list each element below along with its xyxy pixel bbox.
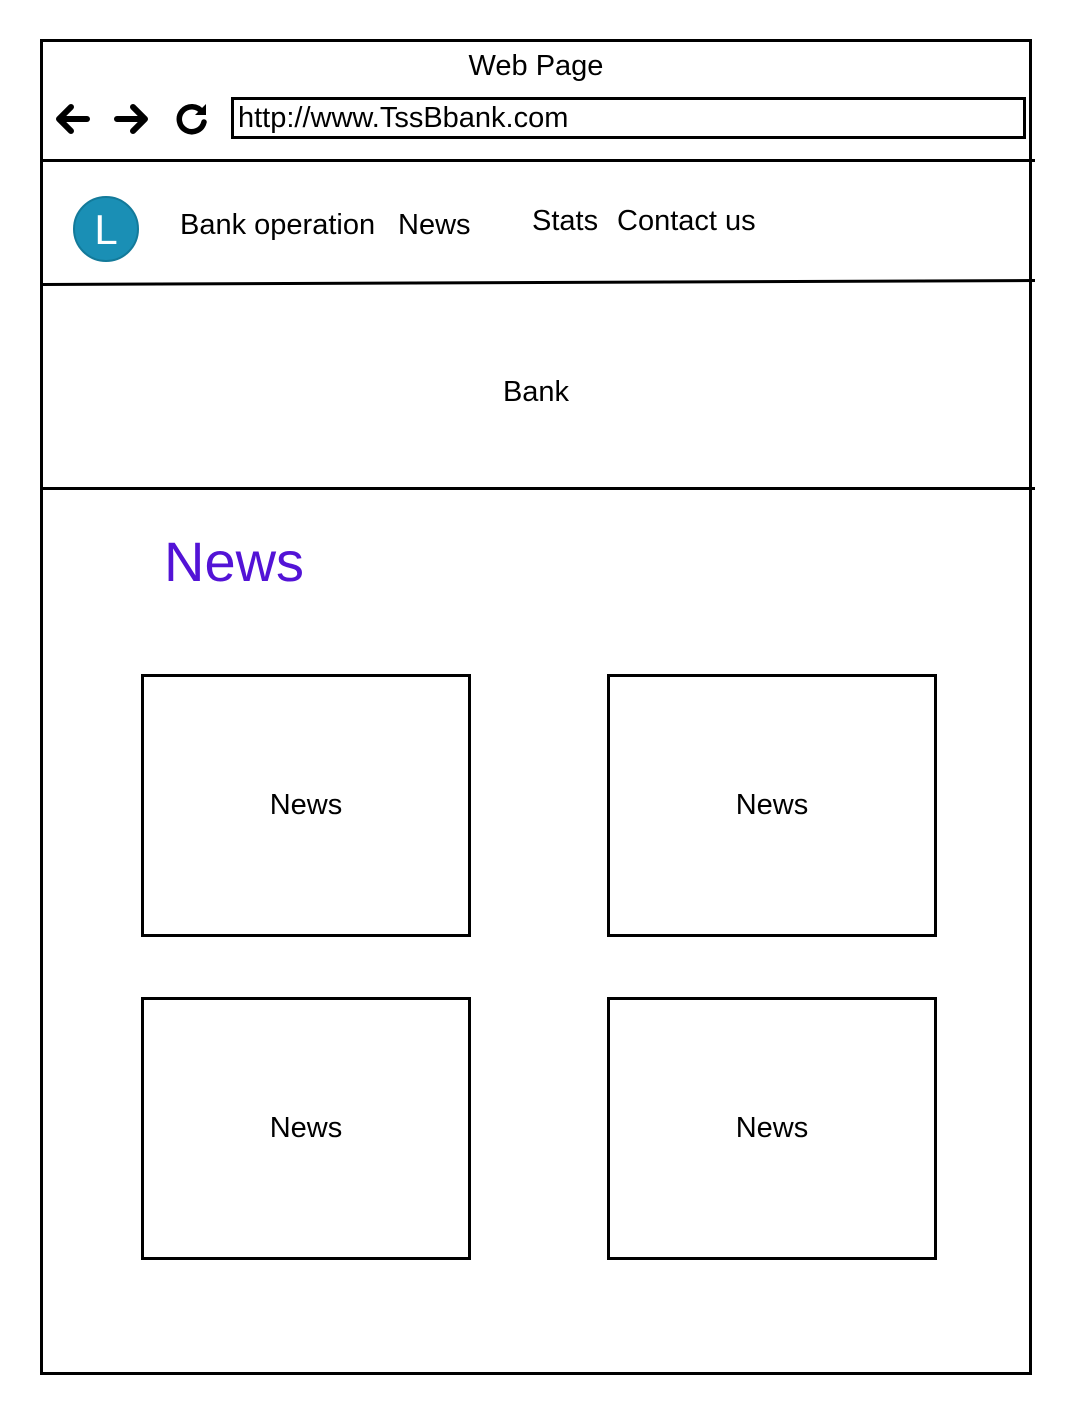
- url-input[interactable]: [231, 97, 1026, 139]
- news-card-label: News: [735, 1112, 809, 1144]
- nav-link-contact-us[interactable]: Contact us: [617, 205, 756, 238]
- site-logo[interactable]: L: [73, 196, 139, 262]
- news-card[interactable]: News: [141, 997, 471, 1260]
- reload-icon: [176, 104, 207, 135]
- back-button[interactable]: [53, 100, 91, 138]
- news-card[interactable]: News: [141, 674, 471, 937]
- arrow-right-icon: [114, 104, 148, 134]
- news-card-label: News: [269, 1112, 343, 1144]
- nav-link-bank-operation[interactable]: Bank operation: [180, 209, 375, 242]
- hero-divider: [43, 487, 1035, 490]
- news-card-label: News: [735, 789, 809, 821]
- nav-link-news[interactable]: News: [398, 209, 471, 242]
- browser-toolbar-divider: [43, 159, 1035, 162]
- forward-button[interactable]: [113, 100, 151, 138]
- hero-title: Bank: [502, 376, 570, 408]
- news-section-title: News: [164, 530, 305, 593]
- browser-window: Web Page L Bank operation News Stats Con…: [40, 39, 1035, 1375]
- nav-link-stats[interactable]: Stats: [532, 205, 598, 238]
- news-card-label: News: [269, 789, 343, 821]
- navbar-divider: [42, 279, 1035, 286]
- news-card[interactable]: News: [607, 997, 937, 1260]
- news-card[interactable]: News: [607, 674, 937, 937]
- window-title: Web Page: [468, 50, 604, 82]
- arrow-left-icon: [56, 104, 90, 134]
- reload-button[interactable]: [173, 100, 211, 138]
